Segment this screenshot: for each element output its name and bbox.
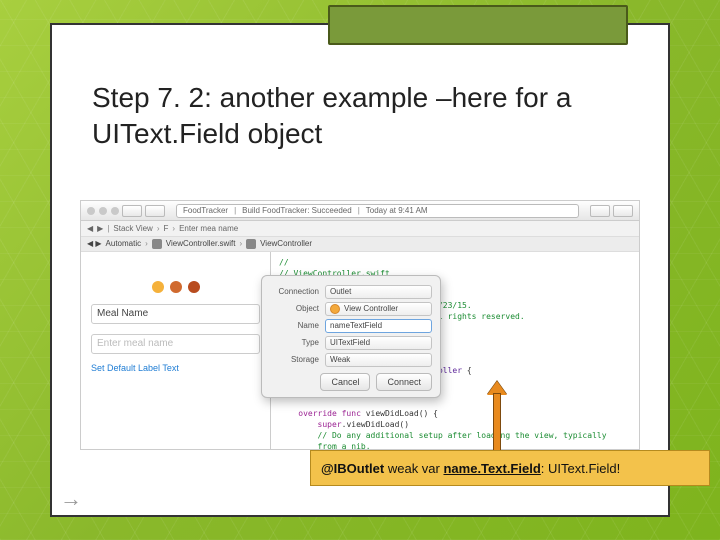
type-select[interactable]: UITextField — [325, 336, 432, 350]
build-time: Today at 9:41 AM — [366, 205, 428, 216]
prev-slide-icon[interactable]: → — [60, 486, 82, 512]
left-pane-header[interactable]: ◀ ▶ Automatic › ViewController.swift › V… — [81, 237, 639, 251]
cancel-button[interactable]: Cancel — [320, 373, 370, 391]
traffic-lights[interactable] — [87, 207, 119, 215]
meal-name-textfield[interactable]: Enter meal name — [91, 334, 260, 354]
scene-dock[interactable] — [87, 280, 264, 294]
connection-popover: Connection Outlet Object View Controller… — [261, 275, 441, 398]
build-status: Build FoodTracker: Succeeded — [242, 205, 352, 216]
set-default-button[interactable]: Set Default Label Text — [91, 362, 260, 375]
jump-item[interactable]: Enter mea name — [179, 223, 238, 234]
stop-button[interactable] — [145, 205, 165, 217]
window-toolbar: FoodTracker | Build FoodTracker: Succeed… — [81, 201, 639, 221]
file-icon — [152, 239, 162, 249]
exit-icon[interactable] — [188, 281, 200, 293]
interface-builder-canvas[interactable]: Meal Name Enter meal name Set Default La… — [81, 252, 271, 449]
jump-bar[interactable]: ◀ ▶ | Stack View › F › Enter mea name — [81, 221, 639, 237]
content-card: Step 7. 2: another example –here for a U… — [50, 23, 670, 517]
name-input[interactable]: nameTextField — [325, 319, 432, 333]
storage-select[interactable]: Weak — [325, 353, 432, 367]
first-responder-icon[interactable] — [170, 281, 182, 293]
meal-name-label: Meal Name — [91, 304, 260, 324]
jump-item[interactable]: Stack View — [113, 223, 152, 234]
assistant-bar: ◀ ▶ Automatic › ViewController.swift › V… — [81, 237, 639, 252]
class-name: ViewController — [260, 238, 312, 249]
nav-forward-icon[interactable]: ▶ — [97, 223, 103, 234]
class-icon — [246, 239, 256, 249]
jump-item[interactable]: F — [164, 223, 169, 234]
xcode-screenshot: FoodTracker | Build FoodTracker: Succeed… — [80, 200, 640, 450]
view-controller-icon[interactable] — [152, 281, 164, 293]
project-name: FoodTracker — [183, 205, 228, 216]
file-name: ViewController.swift — [166, 238, 236, 249]
connect-button[interactable]: Connect — [376, 373, 432, 391]
automatic-label: Automatic — [106, 238, 142, 249]
callout-arrow — [487, 381, 507, 453]
nav-back-icon[interactable]: ◀ — [87, 223, 93, 234]
callout-text: @IBOutlet weak var name.Text.Field: UITe… — [321, 462, 620, 475]
object-label: Object — [270, 303, 325, 314]
object-select[interactable]: View Controller — [325, 302, 432, 316]
connection-label: Connection — [270, 286, 325, 297]
panel-toggle[interactable] — [613, 205, 633, 217]
code-callout: @IBOutlet weak var name.Text.Field: UITe… — [310, 450, 710, 486]
name-label: Name — [270, 320, 325, 331]
storage-label: Storage — [270, 354, 325, 365]
accent-bar — [328, 5, 628, 45]
activity-status: FoodTracker | Build FoodTracker: Succeed… — [176, 204, 579, 218]
editor-toggle[interactable] — [590, 205, 610, 217]
view-controller-dot-icon — [330, 304, 340, 314]
slide-title: Step 7. 2: another example –here for a U… — [92, 80, 628, 153]
connection-select[interactable]: Outlet — [325, 285, 432, 299]
run-button[interactable] — [122, 205, 142, 217]
type-label: Type — [270, 337, 325, 348]
